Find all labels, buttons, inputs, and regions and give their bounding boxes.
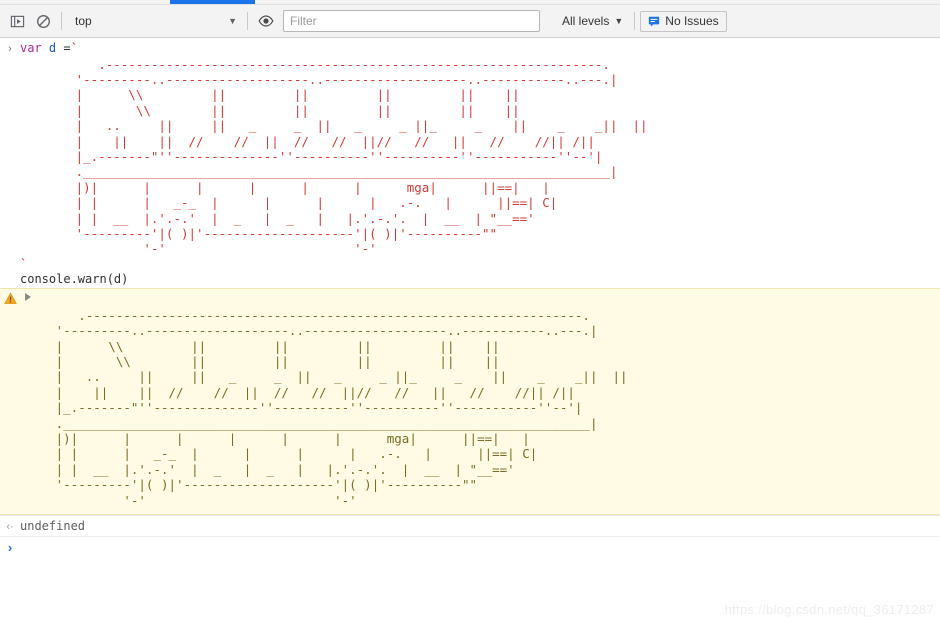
input-prompt-gutter: ›: [0, 41, 20, 57]
console-warning-entry: .---------------------------------------…: [0, 287, 940, 516]
ascii-art-warning-olive: .---------------------------------------…: [55, 307, 628, 508]
execution-context-select[interactable]: top ▼: [67, 9, 242, 33]
clear-console-icon-glyph: [36, 14, 50, 28]
log-level-label: All levels: [562, 14, 610, 28]
template-literal-open-backtick: `: [70, 41, 78, 55]
devtools-console-panel: top ▼ All levels ▼ No Issues: [0, 0, 940, 642]
inspect-element-icon-glyph: [10, 15, 24, 27]
input-code-line-1: var d =`: [20, 41, 940, 57]
console-result-entry: ‹· undefined: [0, 515, 940, 537]
disclosure-triangle-glyph: [25, 292, 31, 301]
assign-operator: =: [56, 41, 71, 55]
console-message-list: › var d =` .----------------------------…: [0, 38, 940, 623]
prompt-chevron-icon: ›: [7, 540, 13, 556]
console-input-entry: › var d =` .----------------------------…: [0, 38, 940, 288]
execution-context-value: top: [75, 14, 92, 28]
watermark-text: https://blog.csdn.net/qq_36171287: [724, 602, 934, 617]
result-prompt-gutter: ‹·: [0, 519, 20, 535]
chevron-down-icon: ▼: [228, 16, 237, 26]
template-literal-close-backtick: `: [20, 256, 28, 271]
issues-label: No Issues: [665, 14, 719, 28]
filter-input[interactable]: [283, 10, 540, 32]
result-chevron-icon: ‹·: [6, 521, 14, 534]
input-code-line-2: console.warn(d): [20, 272, 129, 287]
console-toolbar: top ▼ All levels ▼ No Issues: [0, 5, 940, 38]
log-level-select[interactable]: All levels ▼: [556, 9, 629, 33]
warning-triangle-icon-glyph: [3, 292, 17, 304]
warning-triangle-icon: [0, 291, 20, 305]
tab-strip: [0, 0, 940, 5]
prompt-gutter: ›: [0, 539, 20, 557]
clear-console-icon[interactable]: [30, 8, 56, 34]
inspect-element-icon[interactable]: [4, 8, 30, 34]
active-tab-indicator: [170, 0, 255, 4]
issues-button[interactable]: No Issues: [640, 10, 727, 32]
eye-icon-glyph: [258, 15, 274, 27]
toolbar-divider-1: [61, 12, 62, 30]
issues-message-icon: [649, 16, 660, 27]
live-expression-eye-icon[interactable]: [253, 8, 279, 34]
console-prompt-row[interactable]: ›: [0, 536, 940, 559]
disclosure-triangle-right-icon[interactable]: [20, 291, 36, 301]
chevron-down-icon: ▼: [614, 16, 624, 26]
toolbar-divider-3: [634, 12, 636, 30]
input-chevron-icon: ›: [8, 43, 12, 55]
keyword-var: var: [20, 41, 42, 55]
result-value: undefined: [20, 519, 86, 534]
toolbar-divider-2: [247, 12, 248, 30]
ascii-art-input-red: .---------------------------------------…: [75, 56, 648, 257]
